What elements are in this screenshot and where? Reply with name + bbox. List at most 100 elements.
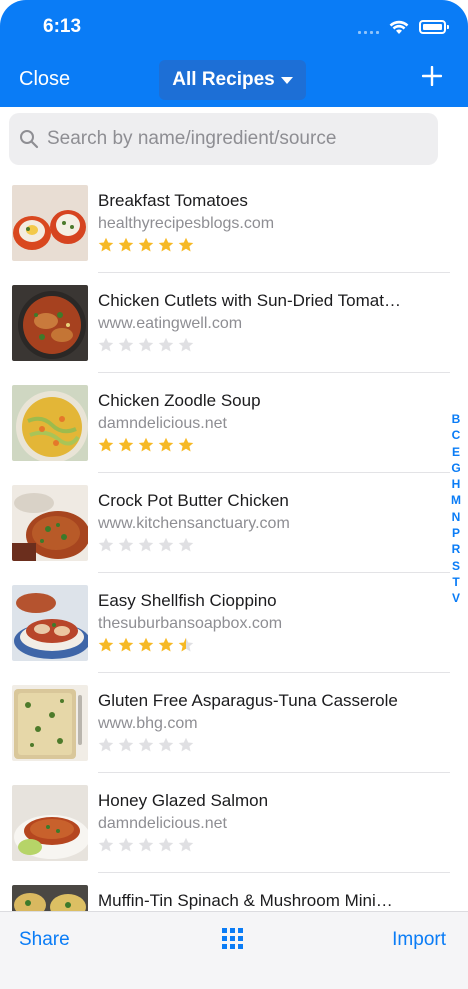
star-icon — [138, 837, 154, 852]
star-icon — [158, 437, 174, 452]
star-icon — [98, 437, 114, 452]
star-rating — [98, 337, 194, 353]
recipe-row[interactable]: Crock Pot Butter Chicken www.kitchensanc… — [0, 473, 450, 573]
recipe-thumbnail — [12, 785, 88, 861]
star-icon — [118, 337, 134, 352]
recipe-title: Breakfast Tomatoes — [98, 191, 248, 210]
index-letter[interactable]: T — [452, 574, 459, 590]
recipe-row[interactable]: Chicken Cutlets with Sun-Dried Tomat… ww… — [0, 273, 450, 373]
nav-header: 6:13 Close All Recipes — [0, 0, 468, 107]
recipe-row[interactable]: Chicken Zoodle Soup damndelicious.net — [0, 373, 450, 473]
index-letter[interactable]: V — [452, 590, 460, 606]
star-rating — [98, 737, 194, 753]
close-button[interactable]: Close — [19, 68, 70, 91]
index-letter[interactable]: B — [452, 411, 461, 427]
index-letter[interactable]: N — [452, 509, 461, 525]
index-letter[interactable]: M — [451, 492, 461, 508]
star-icon — [138, 637, 154, 652]
star-icon — [98, 837, 114, 852]
star-icon — [138, 237, 154, 252]
recipe-title: Chicken Zoodle Soup — [98, 391, 261, 410]
star-rating — [98, 237, 194, 253]
star-icon — [98, 237, 114, 252]
recipe-title: Honey Glazed Salmon — [98, 791, 269, 810]
import-button[interactable]: Import — [392, 929, 446, 951]
recipe-row[interactable]: Muffin-Tin Spinach & Mushroom Mini… — [0, 873, 450, 911]
star-icon — [158, 737, 174, 752]
star-icon — [118, 637, 134, 652]
star-icon — [118, 537, 134, 552]
recipe-title: Easy Shellfish Cioppino — [98, 591, 277, 610]
recipe-row[interactable]: Gluten Free Asparagus-Tuna Casserole www… — [0, 673, 450, 773]
star-icon — [138, 737, 154, 752]
star-icon — [158, 837, 174, 852]
star-icon — [178, 837, 194, 852]
index-letter[interactable]: E — [452, 444, 460, 460]
recipe-thumbnail — [12, 285, 88, 361]
star-rating — [98, 437, 194, 453]
search-icon — [20, 130, 39, 149]
recipe-list[interactable]: Breakfast Tomatoes healthyrecipesblogs.c… — [0, 173, 468, 911]
recipe-source: www.eatingwell.com — [98, 315, 243, 332]
star-icon — [98, 337, 114, 352]
recipe-source: thesuburbansoapbox.com — [98, 615, 283, 632]
recipe-thumbnail — [12, 685, 88, 761]
bottom-toolbar: Share Import — [0, 911, 468, 989]
recipe-source: damndelicious.net — [98, 815, 227, 832]
star-icon — [178, 537, 194, 552]
star-icon — [158, 637, 174, 652]
recipe-title: Crock Pot Butter Chicken — [98, 491, 289, 510]
add-recipe-button[interactable] — [422, 66, 442, 86]
wifi-icon — [389, 20, 409, 34]
star-icon — [98, 637, 114, 652]
recipe-thumbnail — [12, 885, 88, 911]
star-icon — [158, 537, 174, 552]
status-icons — [358, 16, 449, 38]
star-icon — [138, 537, 154, 552]
star-icon — [138, 437, 154, 452]
chevron-down-icon — [280, 76, 293, 84]
recipe-thumbnail — [12, 585, 88, 661]
star-icon — [118, 237, 134, 252]
recipe-source: healthyrecipesblogs.com — [98, 215, 275, 232]
cellular-signal-icon — [358, 20, 379, 34]
star-rating — [98, 837, 194, 853]
recipe-source: www.kitchensanctuary.com — [98, 515, 290, 532]
star-rating — [98, 637, 194, 653]
recipe-row[interactable]: Honey Glazed Salmon damndelicious.net — [0, 773, 450, 873]
star-icon — [98, 737, 114, 752]
grid-view-icon[interactable] — [222, 928, 243, 949]
star-icon — [178, 737, 194, 752]
search-bar — [9, 113, 438, 165]
recipe-source: damndelicious.net — [98, 415, 227, 432]
index-letter[interactable]: R — [452, 541, 461, 557]
index-letter[interactable]: G — [451, 460, 460, 476]
star-icon — [178, 437, 194, 452]
search-input[interactable] — [47, 128, 427, 150]
index-letter[interactable]: C — [452, 427, 461, 443]
recipe-row[interactable]: Easy Shellfish Cioppino thesuburbansoapb… — [0, 573, 450, 673]
share-button[interactable]: Share — [19, 929, 70, 951]
recipe-row[interactable]: Breakfast Tomatoes healthyrecipesblogs.c… — [0, 173, 450, 273]
index-letter[interactable]: S — [452, 558, 460, 574]
star-icon — [118, 437, 134, 452]
recipe-thumbnail — [12, 485, 88, 561]
recipe-filter-dropdown[interactable]: All Recipes — [159, 60, 306, 100]
star-rating — [98, 537, 194, 553]
recipe-thumbnail — [12, 185, 88, 261]
index-letter[interactable]: H — [452, 476, 461, 492]
star-icon — [178, 637, 194, 652]
star-icon — [138, 337, 154, 352]
index-letter[interactable]: P — [452, 525, 460, 541]
star-icon — [178, 237, 194, 252]
star-icon — [158, 337, 174, 352]
recipe-source: www.bhg.com — [98, 715, 198, 732]
star-icon — [118, 837, 134, 852]
star-icon — [158, 237, 174, 252]
star-icon — [118, 737, 134, 752]
battery-icon — [419, 20, 449, 34]
star-icon — [98, 537, 114, 552]
star-icon — [178, 337, 194, 352]
status-time: 6:13 — [43, 16, 82, 37]
section-index[interactable]: B C E G H M N P R S T V — [449, 411, 463, 607]
